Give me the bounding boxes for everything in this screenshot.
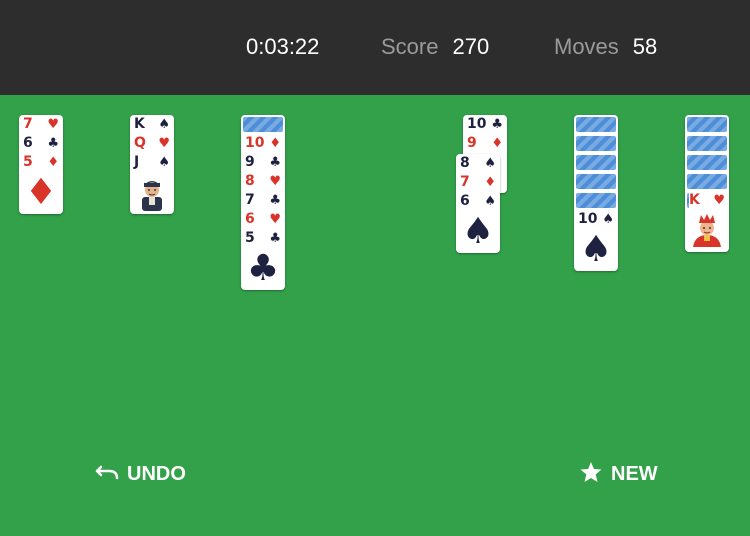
heart-icon: ♥ — [158, 136, 170, 151]
card-rank: Q — [134, 135, 146, 151]
top-bar: 0:03:22 Score 270 Moves 58 — [0, 0, 750, 95]
card-back — [576, 193, 616, 208]
card-rank: 7 — [460, 174, 470, 190]
star-icon — [580, 462, 602, 482]
card-rank: 10 — [467, 116, 487, 132]
card-row: 6 ♥ — [245, 210, 283, 229]
card-row: 7 ♥ — [23, 115, 61, 134]
card-rank: 5 — [23, 154, 33, 170]
heart-icon: ♥ — [269, 174, 281, 189]
card-row: 9 ♣ — [245, 153, 283, 172]
card-row: 6 ♠ — [460, 192, 498, 211]
card-back — [687, 155, 727, 170]
card-rank: 7 — [23, 116, 33, 132]
card-row: 8 ♥ — [245, 172, 283, 191]
card-rank: 8 — [460, 155, 470, 171]
card-back — [687, 136, 727, 151]
diamond-icon: ♦ — [47, 155, 59, 170]
diamond-icon: ♦ — [491, 136, 503, 151]
card-rank: 6 — [245, 211, 255, 227]
king-figure-icon — [693, 214, 721, 247]
spade-icon: ♠ — [602, 212, 614, 227]
card-rank: 6 — [460, 193, 470, 209]
tableau-pile-1-card[interactable]: 7 ♥ 6 ♣ 5 ♦ ♦ — [19, 115, 63, 214]
new-label: NEW — [611, 463, 658, 485]
score-display: Score 270 — [381, 34, 489, 60]
spade-icon: ♠ — [461, 211, 495, 252]
card-back — [687, 174, 727, 189]
card-back — [576, 136, 616, 151]
club-icon: ♣ — [269, 231, 281, 246]
card-rank: 7 — [245, 192, 255, 208]
jack-figure-icon — [142, 181, 162, 211]
card-rank: 9 — [467, 135, 477, 151]
card-rank: 8 — [245, 173, 255, 189]
heart-icon: ♥ — [269, 212, 281, 227]
card-row: K ♥ — [689, 191, 727, 210]
new-game-button[interactable]: NEW — [579, 460, 658, 488]
moves-display: Moves 58 — [554, 34, 657, 60]
card-row: 10 ♣ — [467, 115, 505, 134]
undo-label: UNDO — [127, 463, 186, 485]
moves-label: Moves — [554, 34, 619, 59]
card-back — [576, 155, 616, 170]
spade-icon: ♠ — [579, 229, 613, 270]
card-row: 8 ♠ — [460, 154, 498, 173]
score-label: Score — [381, 34, 439, 59]
heart-icon: ♥ — [47, 117, 59, 132]
card-rank: 6 — [23, 135, 33, 151]
spade-icon: ♠ — [484, 194, 496, 209]
club-icon: ♣ — [246, 248, 280, 289]
card-rank: 10 — [245, 135, 265, 151]
club-icon: ♣ — [491, 117, 503, 132]
spade-icon: ♠ — [158, 155, 170, 170]
club-icon: ♣ — [47, 136, 59, 151]
tableau-pile-2-card[interactable]: K ♠ Q ♥ J ♠ — [130, 115, 174, 214]
tableau-pile-5-card[interactable]: 10 ♠ ♠ — [574, 115, 618, 271]
club-icon: ♣ — [269, 155, 281, 170]
card-row: 10 ♦ — [245, 134, 283, 153]
tableau-pile-3-card[interactable]: 10 ♦ 9 ♣ 8 ♥ 7 ♣ 6 ♥ 5 ♣ ♣ — [241, 115, 285, 290]
tableau-pile-6-card[interactable]: K ♥ — [685, 115, 729, 252]
card-row: K ♠ — [134, 115, 172, 134]
card-back — [576, 117, 616, 132]
card-rank: 5 — [245, 230, 255, 246]
card-back — [576, 174, 616, 189]
score-value: 270 — [452, 34, 490, 59]
card-row: 7 ♣ — [245, 191, 283, 210]
club-icon: ♣ — [269, 193, 281, 208]
diamond-icon: ♦ — [24, 172, 58, 213]
diamond-icon: ♦ — [269, 136, 281, 151]
card-row: Q ♥ — [134, 134, 172, 153]
spade-icon: ♠ — [158, 117, 170, 132]
card-rank: 10 — [578, 211, 598, 227]
card-row: 5 ♦ — [23, 153, 61, 172]
diamond-icon: ♦ — [484, 175, 496, 190]
undo-button[interactable]: UNDO — [95, 460, 186, 488]
dragged-card-stack[interactable]: 8 ♠ 7 ♦ 6 ♠ ♠ — [456, 154, 500, 253]
card-back — [243, 117, 283, 132]
game-timer: 0:03:22 — [246, 34, 320, 59]
spade-icon: ♠ — [484, 156, 496, 171]
card-back — [687, 117, 727, 132]
card-row: 7 ♦ — [460, 173, 498, 192]
heart-icon: ♥ — [713, 193, 725, 208]
card-rank: J — [134, 154, 140, 170]
card-row: 6 ♣ — [23, 134, 61, 153]
undo-arrow-icon — [95, 465, 119, 480]
card-rank: K — [689, 192, 700, 208]
moves-value: 58 — [632, 34, 658, 59]
card-row: 5 ♣ — [245, 229, 283, 248]
card-row: 9 ♦ — [467, 134, 505, 153]
card-row: J ♠ — [134, 153, 172, 172]
card-rank: K — [134, 116, 145, 132]
card-rank: 9 — [245, 154, 255, 170]
card-row: 10 ♠ — [578, 210, 616, 229]
